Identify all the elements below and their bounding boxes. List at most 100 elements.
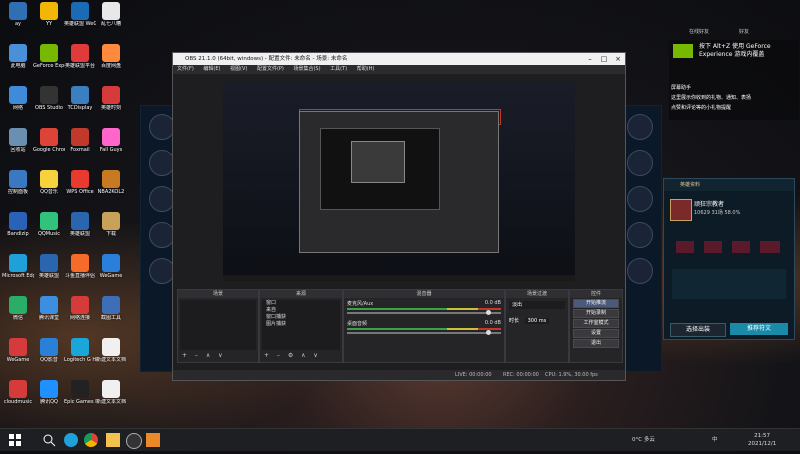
app-taskbar-icon[interactable] (146, 433, 160, 447)
obs-titlebar: OBS 21.1.0 (64bit, windows) - 配置文件: 未命名 … (173, 53, 625, 65)
menu-tools[interactable]: 工具(T) (330, 66, 347, 72)
desktop-icon[interactable]: ay (2, 2, 34, 27)
desktop-icon[interactable]: Fall Guys (95, 128, 127, 153)
minimize-icon[interactable]: – (583, 53, 597, 65)
desktop-icon[interactable]: WeGame (95, 254, 127, 279)
desktop-icon-label: QQ音乐 (40, 189, 58, 195)
volume-slider[interactable] (347, 330, 501, 335)
menu-help[interactable]: 帮助(H) (357, 66, 375, 72)
desktop-icon[interactable]: 百度网盘 (95, 44, 127, 69)
desktop-icon[interactable]: QQ音乐 (33, 170, 65, 195)
desktop-icon[interactable]: Microsoft Edge (2, 254, 34, 279)
desktop-icon[interactable]: Logitech G HUB (64, 338, 96, 363)
settings-button[interactable]: 设置 (573, 329, 619, 338)
desktop-icon[interactable]: 新建文本文档 (95, 338, 127, 363)
search-icon[interactable] (42, 433, 56, 447)
app-icon (71, 128, 89, 146)
top-right-overlay: 在线好友 好友 (669, 0, 800, 40)
close-icon[interactable]: × (611, 53, 625, 65)
scene-toolbar[interactable]: + – ∧ ∨ (182, 352, 226, 359)
source-toolbar[interactable]: + – ⚙ ∧ ∨ (264, 352, 321, 359)
maximize-icon[interactable]: □ (597, 53, 611, 65)
desktop-icon[interactable]: 网络连接 (64, 296, 96, 321)
desktop-icon[interactable]: Google Chrome (33, 128, 65, 153)
desktop-icon-label: 英雄时刻 (100, 105, 121, 111)
app-icon (9, 212, 27, 230)
app-icon (9, 44, 27, 62)
start-streaming-button[interactable]: 开始推流 (573, 299, 619, 308)
desktop-icon[interactable]: 英雄时刻 (95, 86, 127, 111)
source-item[interactable]: 窗口捕获 (262, 314, 340, 321)
source-item[interactable]: 来自 (262, 307, 340, 314)
start-recording-button[interactable]: 开始录制 (573, 309, 619, 318)
desktop-icon-label: 英雄联盟 (69, 231, 90, 237)
transition-select[interactable]: 淡出 (509, 301, 565, 309)
obs-preview[interactable] (223, 81, 575, 281)
desktop-icon[interactable]: 网络 (2, 86, 34, 111)
desktop-icon[interactable]: 腾讯课堂 (33, 296, 65, 321)
weather-tray[interactable]: 0°C 多云 (632, 429, 655, 451)
rune-icons (676, 241, 780, 253)
desktop-icon[interactable]: 英雄联盟 (64, 212, 96, 237)
desktop-icon[interactable]: WPS Office (64, 170, 96, 195)
obs-taskbar-icon[interactable] (126, 433, 142, 449)
desktop-icon[interactable]: 斗鱼直播伴侣 (64, 254, 96, 279)
desktop-icon[interactable]: 腾讯QQ (33, 380, 65, 405)
menu-profile[interactable]: 配置文件(P) (257, 66, 284, 72)
edge-icon[interactable] (64, 433, 78, 447)
desktop-icon[interactable]: 英雄联盟平台 (64, 44, 96, 69)
desktop-icon[interactable]: QQMusic (33, 212, 65, 237)
start-icon[interactable] (8, 433, 22, 447)
folder-icon[interactable] (106, 433, 120, 447)
desktop-icon[interactable]: QQ影音 (33, 338, 65, 363)
scenes-list[interactable] (180, 300, 256, 350)
clock-time: 21:57 (754, 433, 771, 439)
menu-scene-collection[interactable]: 场景集合(S) (293, 66, 320, 72)
desktop-icon-label: 网络 (12, 105, 23, 111)
desktop-icon[interactable]: 乱七八糟 (95, 2, 127, 27)
desktop-icon[interactable]: Foxmail (64, 128, 96, 153)
app-icon (71, 44, 89, 62)
desktop-icon[interactable]: TCDisplay (64, 86, 96, 111)
desktop-icon[interactable]: 截图工具 (95, 296, 127, 321)
desktop-icon[interactable]: 下载 (95, 212, 127, 237)
desktop-icon[interactable]: 控制面板 (2, 170, 34, 195)
clock[interactable]: 21:57 2021/12/1 (748, 432, 776, 454)
desktop-icon-label: QQ影音 (40, 357, 58, 363)
desktop-icon[interactable]: 英雄联盟 WeGame (64, 2, 96, 27)
notification-line: 这里展示你收到的礼物、通知、表扬 (671, 95, 752, 101)
desktop-icon-label: 英雄联盟 WeGame (64, 21, 96, 27)
desktop-icon[interactable]: 此电脑 (2, 44, 34, 69)
obs-statusbar: LIVE: 00:00:00 REC: 00:00:00 CPU: 1.9%, … (173, 370, 625, 380)
desktop-icon[interactable]: YY (33, 2, 65, 27)
desktop-icon[interactable]: 英雄联盟 (33, 254, 65, 279)
ime-indicator[interactable]: 中 (712, 429, 718, 451)
desktop-icon[interactable]: Epic Games Launcher (64, 380, 96, 405)
chrome-icon[interactable] (84, 433, 98, 447)
source-item[interactable]: 窗口 (262, 300, 340, 307)
duration-input[interactable]: 300 ms (524, 318, 550, 324)
app-icon (9, 128, 27, 146)
desktop-icon[interactable]: 微信 (2, 296, 34, 321)
desktop-icon[interactable]: 回收站 (2, 128, 34, 153)
recommend-runes-button[interactable]: 推荐符文 (730, 323, 788, 335)
controls-dock: 控件 开始推流 开始录制 工作室模式 设置 退出 (569, 289, 623, 363)
desktop-icon[interactable]: 新建文本文档 (95, 380, 127, 405)
select-build-button[interactable]: 选择出装 (670, 323, 726, 337)
volume-slider[interactable] (347, 310, 501, 315)
desktop-icon[interactable]: cloudmusic (2, 380, 34, 405)
source-item[interactable]: 图片捕获 (262, 321, 340, 328)
desktop-icon-label: Google Chrome (33, 147, 65, 153)
desktop-icon[interactable]: OBS Studio (33, 86, 65, 111)
desktop-icon[interactable]: Bandizip (2, 212, 34, 237)
app-icon (71, 2, 89, 20)
desktop-icon[interactable]: NBA2KOL2 (95, 170, 127, 195)
app-icon (40, 380, 58, 398)
desktop-icon[interactable]: GeForce Experience (33, 44, 65, 69)
menu-view[interactable]: 视图(V) (230, 66, 247, 72)
desktop-icon[interactable]: WeGame (2, 338, 34, 363)
exit-button[interactable]: 退出 (573, 339, 619, 348)
studio-mode-button[interactable]: 工作室模式 (573, 319, 619, 328)
menu-file[interactable]: 文件(F) (177, 66, 194, 72)
menu-edit[interactable]: 编辑(E) (203, 66, 220, 72)
